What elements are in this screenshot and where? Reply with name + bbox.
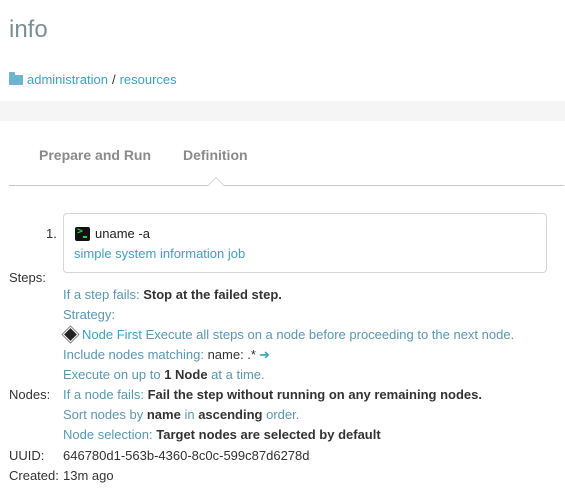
page-header: info administration / resources (0, 0, 565, 101)
uuid-value: 646780d1-563b-4360-8c0c-599c87d6278d (63, 448, 310, 463)
tab-definition[interactable]: Definition (183, 147, 248, 163)
sort-prefix: Sort nodes by (63, 407, 144, 422)
sort-field: name (146, 407, 181, 422)
execute-limit-suffix: at a time. (211, 367, 265, 382)
active-tab-indicator (207, 177, 225, 186)
execute-limit-prefix: Execute on up to (63, 367, 161, 382)
node-on-fail: If a node fails: Fail the step without r… (63, 387, 482, 402)
breadcrumb: administration / resources (9, 72, 177, 87)
breadcrumb-separator: / (111, 72, 116, 87)
created-label: Created: (9, 468, 59, 483)
header-divider-band (0, 101, 565, 121)
steps-label: Steps: (9, 270, 46, 285)
terminal-icon (75, 226, 90, 241)
step-description: simple system information job (74, 246, 246, 261)
tab-bar: Prepare and Run Definition (9, 121, 564, 186)
strategy-label: Strategy: (63, 307, 115, 322)
node-on-fail-value: Fail the step without running on any rem… (147, 387, 482, 402)
sort-direction: ascending (198, 407, 263, 422)
node-selection-row: Node selection: Target nodes are selecte… (63, 427, 381, 442)
uuid-label: UUID: (9, 448, 45, 463)
arrow-right-icon[interactable]: ➜ (259, 347, 270, 362)
strategy-description: Execute all steps on a node before proce… (145, 327, 515, 342)
page-title: info (9, 16, 48, 43)
tab-prepare-and-run[interactable]: Prepare and Run (39, 147, 151, 163)
sort-suffix: order. (266, 407, 300, 422)
strategy-row: Node First Execute all steps on a node b… (63, 327, 514, 342)
step-command: uname -a (95, 226, 150, 241)
nodes-label: Nodes: (9, 387, 51, 402)
node-filter-row: Include nodes matching: name: .* ➜ (63, 347, 270, 363)
created-value: 13m ago (63, 468, 114, 483)
node-selection-label: Node selection: (63, 427, 153, 442)
step-on-fail-value: Stop at the failed step. (143, 287, 282, 302)
diamond-icon (64, 328, 77, 341)
node-on-fail-label: If a node fails: (63, 387, 144, 402)
node-filter-value: name: .* (207, 347, 256, 362)
step-on-fail-label: If a step fails: (63, 287, 140, 302)
folder-icon (9, 72, 23, 85)
node-filter-label: Include nodes matching: (63, 347, 204, 362)
strategy-label-text: Strategy: (63, 307, 116, 322)
node-selection-value: Target nodes are selected by default (156, 427, 381, 442)
execute-limit-row: Execute on up to 1 Node at a time. (63, 367, 265, 382)
breadcrumb-administration[interactable]: administration (27, 72, 108, 87)
execute-limit-count: 1 Node (164, 367, 208, 382)
sort-row: Sort nodes by name in ascending order. (63, 407, 299, 422)
step-on-fail: If a step fails: Stop at the failed step… (63, 287, 282, 302)
strategy-name: Node First (82, 327, 142, 342)
step-card: uname -a simple system information job (63, 213, 547, 273)
breadcrumb-resources[interactable]: resources (120, 72, 177, 87)
sort-in: in (184, 407, 195, 422)
step-number: 1. (46, 226, 57, 241)
